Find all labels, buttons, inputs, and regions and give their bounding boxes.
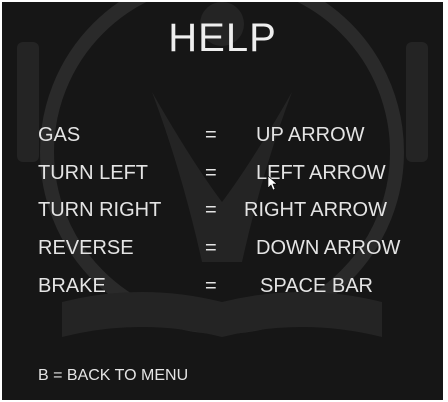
control-separator: = bbox=[205, 124, 217, 146]
control-key: DOWN ARROW bbox=[256, 237, 401, 259]
help-screen: HELP GAS = UP ARROW TURN LEFT = LEFT ARR… bbox=[2, 2, 443, 400]
control-row-gas: GAS = UP ARROW bbox=[2, 120, 443, 150]
control-action: REVERSE bbox=[38, 237, 134, 259]
control-row-turn-left: TURN LEFT = LEFT ARROW bbox=[2, 158, 443, 188]
control-separator: = bbox=[205, 237, 217, 259]
control-action: TURN RIGHT bbox=[38, 199, 162, 221]
help-title: HELP bbox=[168, 16, 277, 60]
back-to-menu-hint[interactable]: B = BACK TO MENU bbox=[38, 367, 188, 385]
control-row-brake: BRAKE = SPACE BAR bbox=[2, 271, 443, 301]
control-separator: = bbox=[205, 162, 217, 184]
control-action: TURN LEFT bbox=[38, 162, 148, 184]
control-key: RIGHT ARROW bbox=[244, 199, 387, 221]
control-action: BRAKE bbox=[38, 275, 106, 297]
mouse-pointer-icon bbox=[268, 176, 278, 190]
control-separator: = bbox=[205, 275, 217, 297]
control-separator: = bbox=[205, 199, 217, 221]
control-key: UP ARROW bbox=[256, 124, 365, 146]
control-key: SPACE BAR bbox=[260, 275, 373, 297]
control-action: GAS bbox=[38, 124, 81, 146]
control-row-reverse: REVERSE = DOWN ARROW bbox=[2, 233, 443, 263]
control-row-turn-right: TURN RIGHT = RIGHT ARROW bbox=[2, 195, 443, 225]
